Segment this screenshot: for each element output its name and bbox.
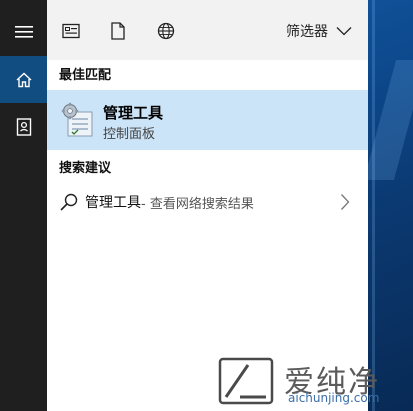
web-filter-button[interactable] bbox=[155, 20, 177, 42]
blank-document-icon bbox=[111, 22, 125, 40]
home-button[interactable] bbox=[0, 56, 47, 103]
globe-icon bbox=[157, 22, 175, 40]
search-toolbar: 筛选器 bbox=[47, 0, 368, 60]
chevron-right-icon[interactable] bbox=[340, 193, 350, 211]
hamburger-menu-button[interactable] bbox=[0, 8, 47, 55]
start-rail bbox=[0, 0, 47, 411]
search-suggestions-heading: 搜索建议 bbox=[59, 161, 112, 176]
chevron-down-icon bbox=[336, 27, 352, 36]
administrative-tools-icon bbox=[61, 102, 93, 137]
hamburger-menu-icon bbox=[14, 25, 33, 38]
filter-label: 筛选器 bbox=[286, 24, 328, 40]
apps-filter-button[interactable] bbox=[60, 20, 82, 42]
best-match-heading: 最佳匹配 bbox=[59, 68, 112, 83]
best-match-title: 管理工具 bbox=[103, 104, 164, 122]
suggestion-hint: - 查看网络搜索结果 bbox=[141, 196, 254, 212]
filter-dropdown[interactable]: 筛选器 bbox=[286, 20, 352, 42]
watermark-logo-icon bbox=[218, 357, 274, 405]
suggestion-query: 管理工具 bbox=[85, 195, 141, 211]
search-icon bbox=[60, 193, 78, 211]
notebook-icon bbox=[16, 117, 31, 136]
home-icon bbox=[16, 72, 31, 87]
documents-filter-button[interactable] bbox=[107, 20, 129, 42]
search-panel: 筛选器 最佳匹配 管理工具 控制面板 搜索建议 管理工具 - 查看网络搜索结果 bbox=[47, 0, 368, 411]
site-watermark: 爱纯净 aichunjing.com bbox=[218, 355, 408, 407]
best-match-result[interactable]: 管理工具 控制面板 bbox=[47, 90, 368, 150]
best-match-subtitle: 控制面板 bbox=[103, 127, 156, 142]
notebook-button[interactable] bbox=[0, 103, 47, 150]
search-suggestion-item[interactable]: 管理工具 - 查看网络搜索结果 bbox=[47, 185, 368, 219]
document-list-icon bbox=[62, 23, 80, 39]
watermark-url: aichunjing.com bbox=[288, 391, 380, 405]
